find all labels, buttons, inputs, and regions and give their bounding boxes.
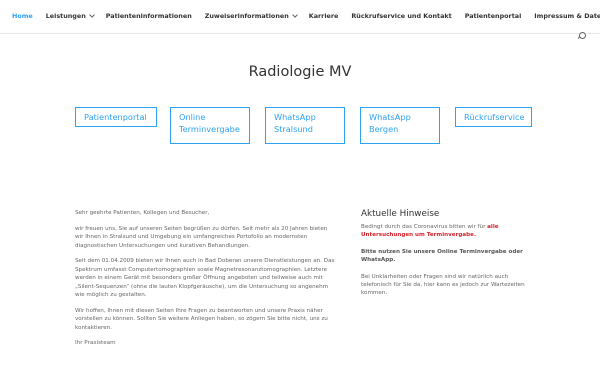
nav-menu: Home Leistungen Patienteninformationen Z… bbox=[12, 12, 600, 20]
patientenportal-button-label: Patientenportal bbox=[84, 112, 147, 122]
nav-label-rueckrufservice-kontakt: Rückrufservice und Kontakt bbox=[351, 12, 452, 20]
search-icon[interactable] bbox=[577, 32, 586, 41]
chevron-down-icon bbox=[88, 12, 95, 18]
nav-item-impressum-datenschutz[interactable]: Impressum & Datenschutz bbox=[534, 12, 600, 20]
online-terminvergabe-label-line2: Terminvergabe bbox=[179, 124, 240, 134]
nav-item-karriere[interactable]: Karriere bbox=[309, 12, 339, 20]
nav-item-zuweiserinformationen[interactable]: Zuweiserinformationen bbox=[204, 12, 298, 20]
nav-item-rueckrufservice-kontakt[interactable]: Rückrufservice und Kontakt bbox=[351, 12, 451, 20]
nav-item-leistungen[interactable]: Leistungen bbox=[45, 12, 95, 20]
welcome-paragraph-1: wir freuen uns, Sie auf unseren Seiten b… bbox=[75, 225, 328, 249]
page-title: Radiologie MV bbox=[248, 64, 352, 80]
nav-label-karriere: Karriere bbox=[308, 12, 339, 20]
nav-label-zuweiserinformationen: Zuweiserinformationen bbox=[204, 12, 289, 20]
online-terminvergabe-button[interactable]: Online Terminvergabe bbox=[170, 107, 250, 144]
notice-online-booking: Bitte nutzen Sie unsere Online Terminver… bbox=[361, 248, 523, 264]
notice-corona-text: Bedingt durch das Coronavirus bitten wir… bbox=[361, 224, 488, 230]
welcome-text: Sehr geehrte Patienten, Kollegen und Bes… bbox=[75, 209, 335, 355]
notice-corona: Bedingt durch das Coronavirus bitten wir… bbox=[361, 223, 531, 240]
welcome-greeting: Sehr geehrte Patienten, Kollegen und Bes… bbox=[75, 210, 210, 216]
whatsapp-bergen-label-line2: Bergen bbox=[369, 124, 399, 134]
welcome-paragraph-3: Wir hoffen, Ihnen mit diesen Seiten Ihre… bbox=[75, 307, 328, 331]
main-navigation: Home Leistungen Patienteninformationen Z… bbox=[0, 0, 600, 34]
nav-label-patientenportal: Patientenportal bbox=[464, 12, 522, 20]
nav-label-leistungen: Leistungen bbox=[45, 12, 86, 20]
notices-title: Aktuelle Hinweise bbox=[361, 209, 440, 219]
nav-item-patientenportal[interactable]: Patientenportal bbox=[465, 12, 522, 20]
rueckrufservice-button-label: Rückrufservice bbox=[464, 112, 525, 122]
welcome-paragraph-2: Seit dem 01.04.2009 bieten wir Ihnen auc… bbox=[75, 258, 335, 299]
current-notices: Aktuelle Hinweise Bedingt durch das Coro… bbox=[361, 209, 531, 306]
whatsapp-bergen-label-line1: WhatsApp bbox=[369, 112, 411, 122]
online-terminvergabe-label-line1: Online bbox=[179, 112, 206, 122]
rueckrufservice-button[interactable]: Rückrufservice bbox=[455, 107, 532, 127]
whatsapp-stralsund-button[interactable]: WhatsApp Stralsund bbox=[265, 107, 345, 144]
nav-label-patienteninformationen: Patienteninformationen bbox=[105, 12, 192, 20]
nav-label-home: Home bbox=[12, 12, 33, 20]
nav-label-impressum-datenschutz: Impressum & Datenschutz bbox=[534, 12, 600, 20]
whatsapp-bergen-button[interactable]: WhatsApp Bergen bbox=[360, 107, 440, 144]
whatsapp-stralsund-label-line1: WhatsApp bbox=[274, 112, 316, 122]
welcome-signature: Ihr Praxisteam bbox=[75, 340, 116, 347]
whatsapp-stralsund-label-line2: Stralsund bbox=[274, 124, 313, 134]
chevron-down-icon bbox=[291, 12, 298, 18]
patientenportal-button[interactable]: Patientenportal bbox=[75, 107, 157, 127]
nav-item-patienteninformationen[interactable]: Patienteninformationen bbox=[106, 12, 192, 20]
nav-item-home[interactable]: Home bbox=[12, 12, 33, 20]
notice-phone: Bei Unklarheiten oder Fragen sind wir na… bbox=[361, 273, 525, 297]
